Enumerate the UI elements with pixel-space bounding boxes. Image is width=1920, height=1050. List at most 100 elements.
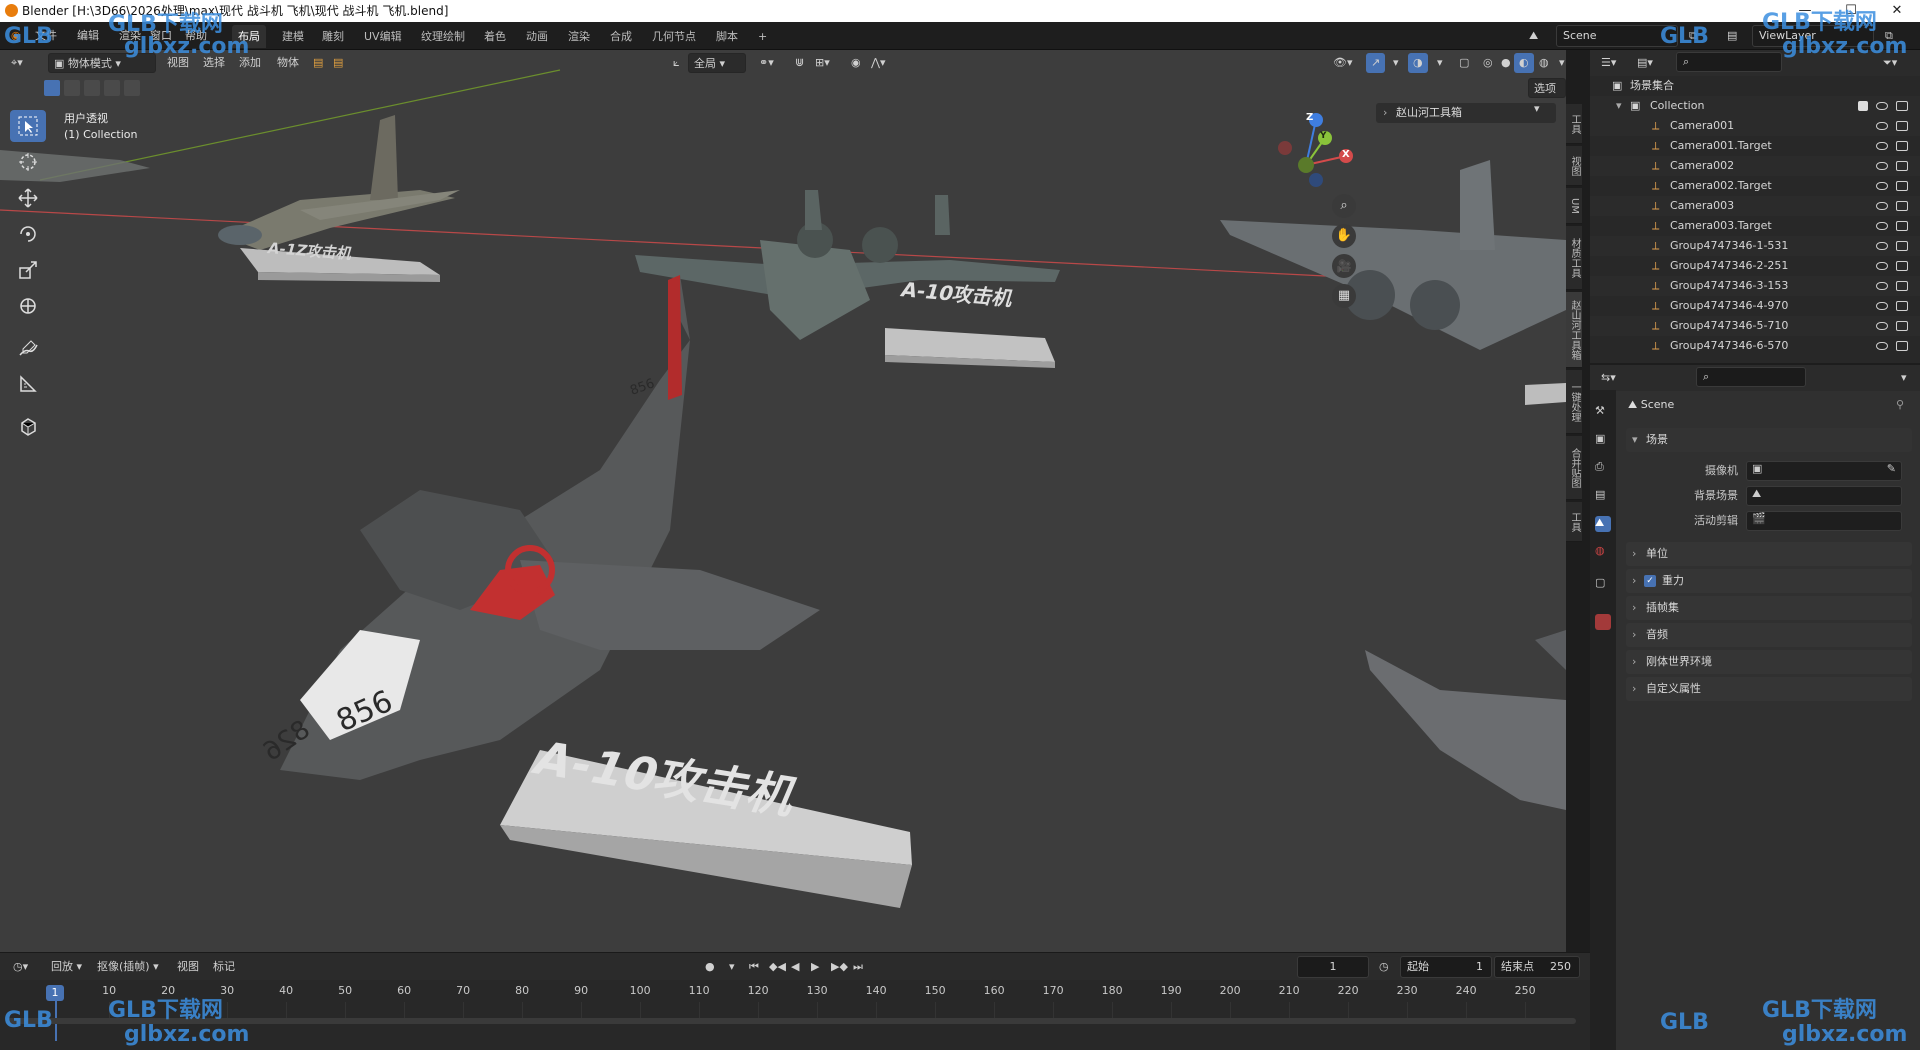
render-camera-icon[interactable]: [1896, 201, 1908, 211]
select-extend-icon[interactable]: [64, 80, 80, 96]
camera-view-icon[interactable]: 🎥: [1332, 254, 1356, 278]
collection-tab-icon[interactable]: ▢: [1595, 576, 1611, 592]
visibility-eye-icon[interactable]: [1876, 282, 1888, 290]
visibility-eye-icon[interactable]: [1876, 182, 1888, 190]
outliner-search-input[interactable]: ⌕: [1676, 52, 1782, 72]
texture-tab-icon[interactable]: [1595, 614, 1611, 630]
sidetab-one-click[interactable]: 一键处理: [1566, 370, 1582, 434]
pan-hand-icon[interactable]: ✋: [1332, 224, 1356, 248]
render-camera-icon[interactable]: [1896, 321, 1908, 331]
outliner-object-row[interactable]: ⟂ Group4747346-3-153: [1590, 276, 1920, 296]
visibility-eye-icon[interactable]: [1876, 342, 1888, 350]
visibility-eye-icon[interactable]: [1876, 302, 1888, 310]
scene-icon[interactable]: ⛰: [1524, 26, 1543, 46]
outliner-object-row[interactable]: ⟂ Group4747346-5-710: [1590, 316, 1920, 336]
tab-shading[interactable]: 着色: [478, 25, 512, 48]
proportional-edit-icon[interactable]: ◉: [846, 53, 866, 73]
select-new-icon[interactable]: [44, 80, 60, 96]
transform-orientation-selector[interactable]: 全局 ▾: [688, 53, 746, 73]
outliner-object-row[interactable]: ⟂ Camera002.Target: [1590, 176, 1920, 196]
tab-animation[interactable]: 动画: [520, 25, 554, 48]
preview-range-icon[interactable]: ◷: [1374, 957, 1394, 977]
rotate-tool[interactable]: [10, 218, 46, 250]
current-frame-field[interactable]: 1: [1297, 956, 1369, 978]
play-reverse-icon[interactable]: ◀: [786, 957, 804, 977]
render-camera-icon[interactable]: [1896, 341, 1908, 351]
jump-end-icon[interactable]: ⏭: [848, 957, 868, 977]
autokey-record-icon[interactable]: ●: [700, 957, 720, 977]
tab-sculpting[interactable]: 雕刻: [316, 25, 350, 48]
select-subtract-icon[interactable]: [84, 80, 100, 96]
keying-sets-section[interactable]: › 插帧集: [1626, 596, 1912, 620]
render-camera-icon[interactable]: [1896, 101, 1908, 111]
outliner-object-row[interactable]: ⟂ Group4747346-6-570: [1590, 336, 1920, 356]
tab-rendering[interactable]: 渲染: [562, 25, 596, 48]
render-tab-icon[interactable]: ▣: [1595, 432, 1611, 448]
audio-section[interactable]: › 音频: [1626, 623, 1912, 647]
sidetab-tools[interactable]: 工具: [1566, 502, 1582, 542]
3d-viewport[interactable]: 用户透视 (1) Collection Z Y X › 赵山河工具箱 A-10攻…: [0, 50, 1566, 952]
render-camera-icon[interactable]: [1896, 241, 1908, 251]
autokey-dropdown-icon[interactable]: ▾: [724, 957, 740, 977]
outliner-object-row[interactable]: ⟂ Camera001.Target: [1590, 136, 1920, 156]
xray-icon[interactable]: ▢: [1454, 53, 1474, 73]
render-camera-icon[interactable]: [1896, 121, 1908, 131]
visibility-icon[interactable]: 👁▾: [1328, 53, 1358, 73]
tab-compositing[interactable]: 合成: [604, 25, 638, 48]
timeline-editor-icon[interactable]: ◷▾: [8, 957, 33, 977]
active-clip-field[interactable]: 🎬: [1746, 511, 1902, 531]
jump-start-icon[interactable]: ⏮: [744, 957, 764, 977]
outliner-collection-row[interactable]: ▾ ▣ Collection: [1590, 96, 1920, 116]
tab-modeling[interactable]: 建模: [276, 25, 310, 48]
visibility-eye-icon[interactable]: [1876, 242, 1888, 250]
shading-solid-icon[interactable]: ●: [1496, 53, 1516, 73]
visibility-eye-icon[interactable]: [1876, 262, 1888, 270]
outliner-object-row[interactable]: ⟂ Group4747346-2-251: [1590, 256, 1920, 276]
gravity-checkbox[interactable]: ✓: [1644, 575, 1656, 587]
scene-tab-icon[interactable]: ⛰: [1595, 516, 1611, 532]
render-camera-icon[interactable]: [1896, 161, 1908, 171]
render-camera-icon[interactable]: [1896, 181, 1908, 191]
outliner-root-row[interactable]: ▣ 场景集合: [1590, 76, 1920, 96]
outliner-object-row[interactable]: ⟂ Camera001: [1590, 116, 1920, 136]
add-workspace-button[interactable]: +: [752, 25, 773, 48]
render-camera-icon[interactable]: [1896, 281, 1908, 291]
tab-scripting[interactable]: 脚本: [710, 25, 744, 48]
close-button[interactable]: ✕: [1874, 0, 1920, 22]
rigid-body-world-section[interactable]: › 刚体世界环境: [1626, 650, 1912, 674]
properties-search-input[interactable]: ⌕: [1696, 367, 1806, 387]
add-cube-tool[interactable]: [10, 410, 46, 442]
fbx-import-icon[interactable]: ▤: [308, 53, 328, 73]
shading-wireframe-icon[interactable]: ◎: [1478, 53, 1498, 73]
editor-type-icon[interactable]: ⌖▾: [6, 53, 28, 73]
outliner-object-row[interactable]: ⟂ Camera003.Target: [1590, 216, 1920, 236]
tool-panel-header[interactable]: › 赵山河工具箱: [1376, 103, 1556, 123]
gizmo-toggle-icon[interactable]: ↗: [1366, 53, 1386, 73]
camera-field[interactable]: ▣ ✎: [1746, 461, 1902, 481]
fbx-export-icon[interactable]: ▤: [328, 53, 348, 73]
scale-tool[interactable]: [10, 254, 46, 286]
outliner-object-row[interactable]: ⟂ Camera003: [1590, 196, 1920, 216]
play-icon[interactable]: ▶: [806, 957, 824, 977]
sidetab-material-tools[interactable]: 材质工具: [1566, 226, 1582, 290]
render-camera-icon[interactable]: [1896, 141, 1908, 151]
units-section[interactable]: › 单位: [1626, 542, 1912, 566]
pivot-point-icon[interactable]: ⚭▾: [754, 53, 779, 73]
output-tab-icon[interactable]: ⎙: [1595, 460, 1611, 476]
gizmo-dropdown-icon[interactable]: ▾: [1388, 53, 1404, 73]
sidetab-um[interactable]: UM: [1566, 188, 1582, 224]
properties-editor-icon[interactable]: ⇆▾: [1596, 368, 1621, 388]
annotate-tool[interactable]: [10, 332, 46, 364]
render-camera-icon[interactable]: [1896, 221, 1908, 231]
marker-menu[interactable]: 标记: [208, 957, 240, 977]
sidetab-tool[interactable]: 工具: [1566, 104, 1582, 144]
playhead-marker[interactable]: 1: [46, 985, 64, 1001]
keying-menu[interactable]: 抠像(插帧) ▾: [92, 957, 164, 977]
snap-target-icon[interactable]: ⊞▾: [810, 53, 835, 73]
options-button[interactable]: 选项 ▾: [1528, 78, 1566, 115]
display-mode-icon[interactable]: ▤▾: [1632, 53, 1658, 73]
ortho-grid-icon[interactable]: ▦: [1332, 284, 1356, 308]
custom-properties-section[interactable]: › 自定义属性: [1626, 677, 1912, 701]
overlay-toggle-icon[interactable]: ◑: [1408, 53, 1428, 73]
select-invert-icon[interactable]: [104, 80, 120, 96]
